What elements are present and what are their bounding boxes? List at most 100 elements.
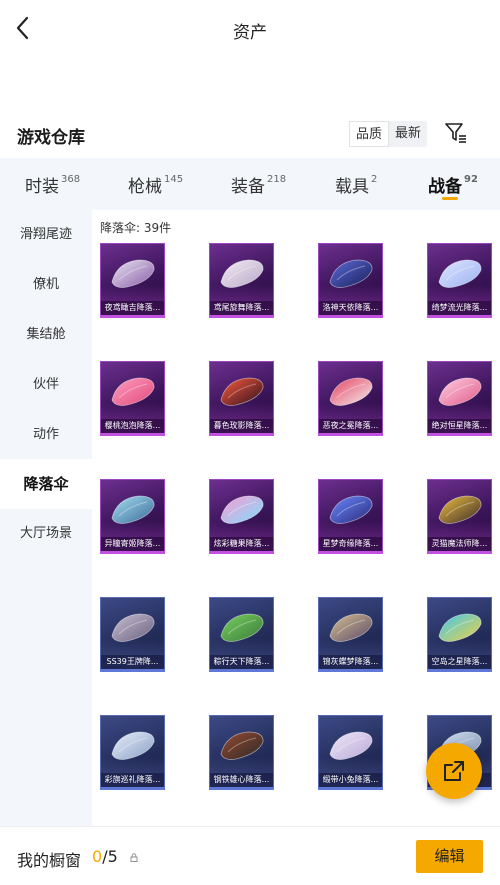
parachute-icon (111, 259, 155, 288)
parachute-icon (220, 377, 264, 406)
parachute-item[interactable]: 夜鸢瞰吉降落... (100, 243, 165, 318)
parachute-item[interactable]: 暮色玫影降落... (209, 361, 274, 436)
rarity-bar (427, 669, 492, 672)
parachute-item[interactable]: 锦灰蝶梦降落... (318, 597, 383, 672)
parachute-item[interactable]: 绮梦流光降落... (427, 243, 492, 318)
sidebar-item-wingman[interactable]: 僚机 (0, 260, 92, 310)
parachute-icon (111, 613, 155, 642)
rarity-bar (318, 433, 383, 436)
item-card: 暮色玫影降落... (209, 361, 274, 434)
item-card: 鸢尾旋舞降落... (209, 243, 274, 316)
item-card: 夜鸢瞰吉降落... (100, 243, 165, 316)
parachute-icon (111, 731, 155, 760)
item-card: 钢铁雄心降落... (209, 715, 274, 788)
parachute-icon (329, 377, 373, 406)
rarity-bar (209, 787, 274, 790)
rarity-bar (427, 433, 492, 436)
parachute-item[interactable]: 鸢尾旋舞降落... (209, 243, 274, 318)
item-name: 锦灰蝶梦降落... (319, 655, 382, 669)
parachute-item[interactable]: 异瞳寄姬降落... (100, 479, 165, 554)
rarity-bar (100, 787, 165, 790)
item-name: 星梦奇缘降落... (319, 537, 382, 551)
item-card: 灵猫魔法师降... (427, 479, 492, 552)
rarity-bar (318, 669, 383, 672)
rarity-bar (318, 551, 383, 554)
warehouse-title: 游戏仓库 (17, 128, 85, 148)
parachute-item[interactable]: 彩旗巡礼降落... (100, 715, 165, 790)
tab-count: 368 (61, 174, 81, 186)
lock-icon (130, 853, 138, 862)
parachute-item[interactable]: 恶夜之冕降落... (318, 361, 383, 436)
parachute-icon (438, 613, 482, 642)
sidebar-item-emote[interactable]: 动作 (0, 410, 92, 460)
parachute-item[interactable]: 粽行天下降落... (209, 597, 274, 672)
item-name: SS39王牌降... (101, 655, 164, 669)
tab-count: 92 (464, 174, 478, 186)
sort-by-quality[interactable]: 品质 (349, 121, 390, 147)
tab-vehicles[interactable]: 载具 2 (335, 172, 377, 197)
parachute-item[interactable]: 缎带小兔降落... (318, 715, 383, 790)
filter-icon[interactable] (444, 121, 468, 145)
sidebar-item-companion[interactable]: 伙伴 (0, 360, 92, 410)
item-name: 粽行天下降落... (210, 655, 273, 669)
showcase-current: 0 (92, 847, 103, 866)
item-card: 绝对恒星降落... (427, 361, 492, 434)
rarity-bar (209, 315, 274, 318)
tab-count: 2 (371, 174, 378, 186)
item-name: 空岛之星降落... (428, 655, 491, 669)
parachute-icon (220, 731, 264, 760)
tab-firearms[interactable]: 枪械 145 (128, 172, 183, 197)
parachute-item[interactable]: SS39王牌降... (100, 597, 165, 672)
share-button[interactable] (426, 743, 482, 799)
showcase-label: 我的橱窗 (17, 851, 82, 870)
parachute-item[interactable]: 洛神天依降落... (318, 243, 383, 318)
item-card: 彩旗巡礼降落... (100, 715, 165, 788)
item-name: 夜鸢瞰吉降落... (101, 301, 164, 315)
rarity-bar (318, 787, 383, 790)
item-name: 绝对恒星降落... (428, 419, 491, 433)
rarity-bar (100, 315, 165, 318)
item-name: 绮梦流光降落... (428, 301, 491, 315)
tab-count: 218 (267, 174, 287, 186)
tab-label: 时装 (25, 177, 59, 197)
parachute-item[interactable]: 钢铁雄心降落... (209, 715, 274, 790)
tab-fashion[interactable]: 时装 368 (25, 172, 80, 197)
parachute-item[interactable]: 灵猫魔法师降... (427, 479, 492, 554)
category-tabs: 时装 368 枪械 145 装备 218 载具 2 战备 92 (0, 158, 500, 210)
item-count-label: 降落伞: 39件 (100, 221, 172, 235)
item-card: 洛神天依降落... (318, 243, 383, 316)
parachute-item[interactable]: 樱桃泡泡降落... (100, 361, 165, 436)
rarity-bar (100, 551, 165, 554)
parachute-icon (111, 377, 155, 406)
parachute-icon (438, 377, 482, 406)
showcase-bar: 我的橱窗 0/5 编辑 (0, 826, 500, 885)
tab-label: 战备 (428, 177, 462, 197)
parachute-icon (329, 259, 373, 288)
sort-by-newest[interactable]: 最新 (389, 121, 427, 147)
rarity-bar (100, 669, 165, 672)
parachute-item[interactable]: 绝对恒星降落... (427, 361, 492, 436)
item-card: SS39王牌降... (100, 597, 165, 670)
item-name: 樱桃泡泡降落... (101, 419, 164, 433)
sidebar-item-parachute[interactable]: 降落伞 (0, 459, 92, 509)
tab-label: 装备 (231, 177, 265, 197)
top-bar: 资产 (0, 0, 500, 60)
tab-equipment[interactable]: 装备 218 (231, 172, 286, 197)
item-card: 空岛之星降落... (427, 597, 492, 670)
edit-button[interactable]: 编辑 (416, 840, 483, 873)
sort-toggle: 品质 最新 (349, 121, 428, 147)
item-name: 钢铁雄心降落... (210, 773, 273, 787)
parachute-icon (329, 731, 373, 760)
sidebar-item-lobby-scene[interactable]: 大厅场景 (0, 509, 92, 559)
item-card: 缎带小兔降落... (318, 715, 383, 788)
sidebar-item-assembly-pod[interactable]: 集结舱 (0, 310, 92, 360)
parachute-item[interactable]: 星梦奇缘降落... (318, 479, 383, 554)
parachute-icon (438, 495, 482, 524)
item-name: 暮色玫影降落... (210, 419, 273, 433)
parachute-icon (111, 495, 155, 524)
parachute-item[interactable]: 炫彩糖果降落... (209, 479, 274, 554)
item-card: 星梦奇缘降落... (318, 479, 383, 552)
sidebar-item-glide-trail[interactable]: 滑翔尾迹 (0, 210, 92, 260)
parachute-item[interactable]: 空岛之星降落... (427, 597, 492, 672)
tab-combat-gear[interactable]: 战备 92 (428, 172, 478, 197)
